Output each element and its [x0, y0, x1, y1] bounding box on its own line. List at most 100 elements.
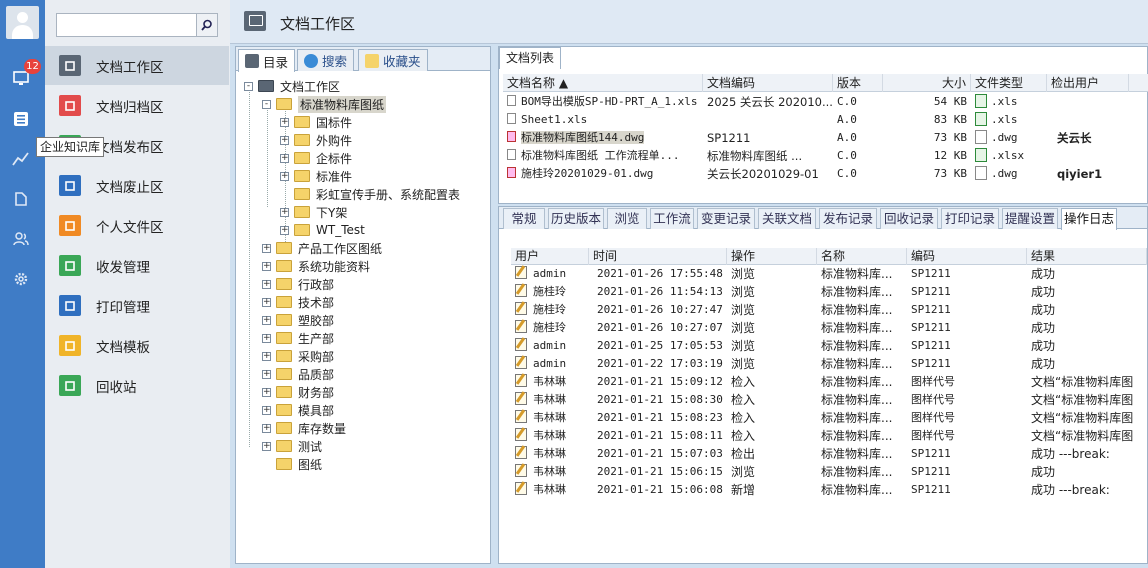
- document-row[interactable]: BOM导出模版SP-HD-PRT_A_1.xls 2025 关云长 202010.…: [503, 93, 1129, 111]
- tab-detail[interactable]: 打印记录: [941, 208, 999, 229]
- tree-node[interactable]: + 模具部: [262, 401, 334, 419]
- nav-item-7[interactable]: 打印管理: [45, 286, 229, 325]
- tree-node[interactable]: + 生产部: [262, 329, 334, 347]
- tab-document-list[interactable]: 文档列表: [499, 47, 562, 69]
- tree-node[interactable]: + 品质部: [262, 365, 334, 383]
- nav-item-2[interactable]: 文档归档区: [45, 86, 229, 125]
- log-row[interactable]: 韦林琳 2021-01-21 15:06:15 浏览 标准物料库... SP1211 成功: [511, 463, 1147, 481]
- log-row[interactable]: 韦林琳 2021-01-21 15:07:03 检出 标准物料库... SP1211 成功…: [511, 445, 1147, 463]
- column-header[interactable]: 文件类型: [971, 74, 1047, 92]
- tree-node[interactable]: + 库存数量: [262, 419, 346, 437]
- log-row[interactable]: 韦林琳 2021-01-21 15:09:12 检入 标准物料库... 图样代号 文档“标…: [511, 373, 1147, 391]
- users-icon[interactable]: [10, 228, 32, 250]
- knowledge-icon[interactable]: [10, 188, 32, 210]
- tree-node[interactable]: + 塑胶部: [262, 311, 334, 329]
- tree-node[interactable]: + WT_Test: [280, 221, 365, 239]
- log-row[interactable]: admin 2021-01-25 17:05:53 浏览 标准物料库... SP1211…: [511, 337, 1147, 355]
- column-header[interactable]: 检出用户: [1047, 74, 1129, 92]
- tab-detail[interactable]: 发布记录: [819, 208, 877, 229]
- tab-search[interactable]: 搜索: [297, 49, 355, 71]
- column-header[interactable]: 操作: [727, 248, 817, 265]
- nav-item-6[interactable]: 收发管理: [45, 246, 229, 285]
- document-row[interactable]: 施桂玲20201029-01.dwg 关云长20201029-01 C.0 73 KB…: [503, 165, 1129, 183]
- log-row[interactable]: 韦林琳 2021-01-21 15:08:30 检入 标准物料库... 图样代号 文档“标…: [511, 391, 1147, 409]
- expand-icon[interactable]: +: [262, 279, 271, 289]
- tab-detail[interactable]: 工作流: [650, 208, 694, 229]
- column-header[interactable]: 时间: [589, 248, 727, 265]
- expand-icon[interactable]: +: [262, 261, 271, 271]
- log-row[interactable]: 韦林琳 2021-01-21 15:08:11 检入 标准物料库... 图样代号 文档“标…: [511, 427, 1147, 445]
- column-header[interactable]: 结果: [1027, 248, 1147, 265]
- nav-item-8[interactable]: 文档模板: [45, 326, 229, 365]
- log-row[interactable]: admin 2021-01-22 17:03:19 浏览 标准物料库... SP1211…: [511, 355, 1147, 373]
- collapse-icon[interactable]: -: [262, 99, 271, 109]
- avatar-icon[interactable]: [6, 6, 39, 39]
- log-row[interactable]: 韦林琳 2021-01-21 15:06:08 新增 标准物料库... SP1211 成功…: [511, 481, 1147, 499]
- tree-node[interactable]: + 国标件: [280, 113, 352, 131]
- log-row[interactable]: 施桂玲 2021-01-26 10:27:07 浏览 标准物料库... SP1211 成功: [511, 319, 1147, 337]
- column-header[interactable]: 名称: [817, 248, 907, 265]
- tree-node[interactable]: + 企标件: [280, 149, 352, 167]
- column-header[interactable]: 大小: [883, 74, 971, 92]
- tree-node[interactable]: + 下Y架: [280, 203, 347, 221]
- search-input[interactable]: [56, 13, 196, 37]
- expand-icon[interactable]: +: [262, 315, 271, 325]
- column-header[interactable]: 文档名称 ▲: [503, 74, 703, 92]
- tree-node[interactable]: + 技术部: [262, 293, 334, 311]
- document-row[interactable]: 标准物料库图纸 工作流程单... 标准物料库图纸 ... C.0 12 KB .xlsx: [503, 147, 1129, 165]
- column-header[interactable]: 版本: [833, 74, 883, 92]
- log-row[interactable]: 韦林琳 2021-01-21 15:08:23 检入 标准物料库... 图样代号 文档“标…: [511, 409, 1147, 427]
- expand-icon[interactable]: +: [262, 387, 271, 397]
- expand-icon[interactable]: +: [280, 225, 289, 235]
- tab-detail[interactable]: 浏览: [607, 208, 647, 229]
- expand-icon[interactable]: +: [262, 405, 271, 415]
- expand-icon[interactable]: +: [262, 369, 271, 379]
- expand-icon[interactable]: +: [280, 171, 289, 181]
- expand-icon[interactable]: +: [262, 441, 271, 451]
- search-button[interactable]: [196, 13, 218, 37]
- tree-node[interactable]: + 财务部: [262, 383, 334, 401]
- log-row[interactable]: admin 2021-01-26 17:55:48 浏览 标准物料库... SP1211…: [511, 265, 1147, 283]
- tree-node[interactable]: + 测试: [262, 437, 322, 455]
- expand-icon[interactable]: +: [280, 207, 289, 217]
- tab-detail[interactable]: 变更记录: [697, 208, 755, 229]
- tab-detail[interactable]: 操作日志: [1061, 208, 1117, 230]
- document-row[interactable]: 标准物料库图纸144.dwg SP1211 A.0 73 KB .dwg 关云长: [503, 129, 1129, 147]
- nav-item-9[interactable]: 回收站: [45, 366, 229, 405]
- tree-node[interactable]: - 文档工作区: [244, 77, 340, 95]
- expand-icon[interactable]: +: [262, 297, 271, 307]
- expand-icon[interactable]: +: [262, 243, 271, 253]
- tab-detail[interactable]: 提醒设置: [1002, 208, 1058, 229]
- tree-node[interactable]: + 系统功能资料: [262, 257, 370, 275]
- expand-icon[interactable]: +: [280, 135, 289, 145]
- tab-detail[interactable]: 常规: [503, 208, 545, 229]
- tree-node[interactable]: + 采购部: [262, 347, 334, 365]
- tree-node[interactable]: 图纸: [262, 455, 322, 473]
- expand-icon[interactable]: +: [262, 423, 271, 433]
- expand-icon[interactable]: +: [262, 333, 271, 343]
- tree-node[interactable]: + 标准件: [280, 167, 352, 185]
- tree-node[interactable]: + 外购件: [280, 131, 352, 149]
- column-header[interactable]: 文档编码: [703, 74, 833, 92]
- gear-icon[interactable]: [10, 268, 32, 290]
- tree-node[interactable]: 彩虹宣传手册、系统配置表: [280, 185, 460, 203]
- tab-detail[interactable]: 历史版本: [548, 208, 604, 229]
- list-icon[interactable]: [10, 108, 32, 130]
- tree-node[interactable]: - 标准物料库图纸: [262, 95, 387, 113]
- log-row[interactable]: 施桂玲 2021-01-26 10:27:47 浏览 标准物料库... SP1211 成功: [511, 301, 1147, 319]
- column-header[interactable]: 编码: [907, 248, 1027, 265]
- collapse-icon[interactable]: -: [244, 81, 253, 91]
- tab-favorites[interactable]: 收藏夹: [358, 49, 428, 71]
- column-header[interactable]: [1129, 74, 1148, 92]
- tab-directory[interactable]: 目录: [238, 49, 296, 72]
- tab-detail[interactable]: 关联文档: [758, 208, 816, 229]
- tree-node[interactable]: + 行政部: [262, 275, 334, 293]
- document-row[interactable]: Sheet1.xls A.0 83 KB .xls: [503, 111, 1129, 129]
- column-header[interactable]: 用户: [511, 248, 589, 265]
- nav-item-5[interactable]: 个人文件区: [45, 206, 229, 245]
- log-row[interactable]: 施桂玲 2021-01-26 11:54:13 浏览 标准物料库... SP1211 成功: [511, 283, 1147, 301]
- tab-detail[interactable]: 回收记录: [880, 208, 938, 229]
- expand-icon[interactable]: +: [280, 117, 289, 127]
- nav-item-4[interactable]: 文档废止区: [45, 166, 229, 205]
- nav-item-1[interactable]: 文档工作区: [45, 46, 229, 85]
